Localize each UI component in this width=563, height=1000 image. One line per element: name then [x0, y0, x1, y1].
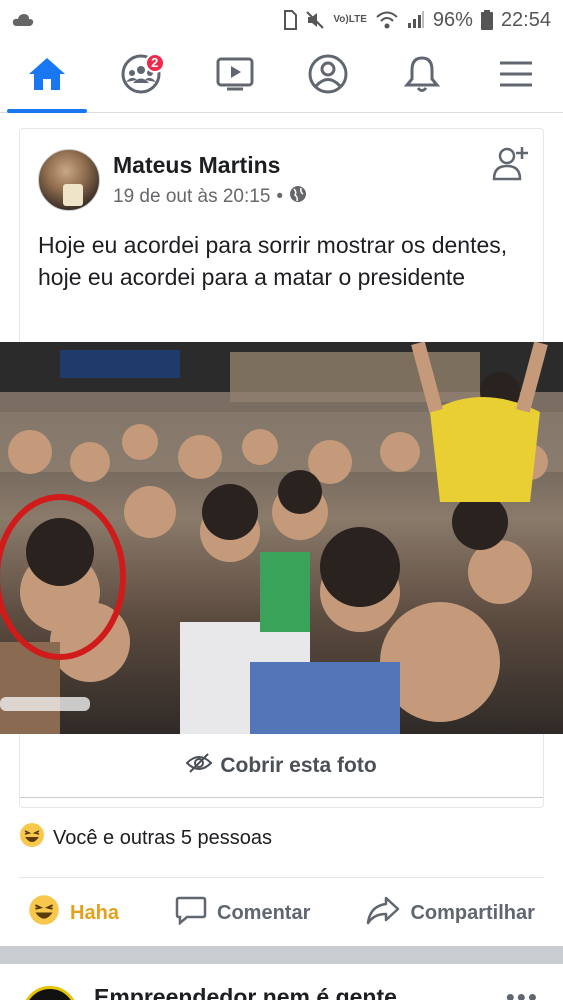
share-button[interactable]: Compartilhar — [366, 895, 535, 931]
top-nav-bar: 2 — [0, 40, 563, 113]
haha-icon — [28, 894, 60, 932]
globe-icon — [289, 185, 307, 209]
crowd-photo-illustration — [0, 342, 563, 734]
reactions-summary[interactable]: Você e outras 5 pessoas — [19, 822, 272, 854]
nav-home[interactable] — [6, 40, 87, 113]
post-photo[interactable] — [0, 342, 563, 734]
mute-icon — [305, 10, 325, 30]
status-time: 22:54 — [500, 8, 551, 31]
battery-icon — [480, 10, 493, 30]
share-icon — [366, 895, 400, 931]
next-post-card: Empreendedor nem é gente ••• — [0, 964, 563, 1000]
battery-percent: 96% — [432, 8, 473, 31]
author-block: Mateus Martins 19 de out às 20:15 • — [113, 152, 307, 209]
add-friend-icon — [491, 147, 531, 187]
nav-groups[interactable]: 2 — [101, 40, 181, 113]
post-text: Hoje eu acordei para sorrir mostrar os d… — [38, 232, 508, 290]
comment-icon — [175, 895, 207, 931]
cloud-icon — [12, 13, 34, 27]
eye-slash-icon — [185, 752, 213, 780]
meta-separator: • — [276, 185, 284, 207]
author-avatar[interactable] — [38, 149, 100, 211]
comment-button[interactable]: Comentar — [175, 895, 310, 931]
status-bar: Vo) LTE 96% 22:54 — [0, 0, 563, 40]
groups-badge: 2 — [144, 52, 165, 73]
share-label: Compartilhar — [410, 901, 535, 924]
haha-reaction-icon — [19, 822, 45, 854]
nav-menu[interactable] — [476, 40, 556, 113]
add-friend-button[interactable] — [491, 143, 531, 188]
home-icon — [27, 56, 67, 97]
cover-photo-button[interactable]: Cobrir esta foto — [20, 734, 543, 798]
reactions-divider — [19, 877, 544, 878]
next-post-author[interactable]: Empreendedor nem é gente — [94, 984, 397, 1000]
cover-photo-label: Cobrir esta foto — [220, 753, 377, 777]
nav-profile[interactable] — [288, 40, 368, 113]
sim-card-icon — [283, 10, 298, 30]
profile-icon — [307, 53, 349, 100]
post-meta: 19 de out às 20:15 • — [113, 185, 307, 209]
wifi-icon — [375, 10, 399, 30]
author-name[interactable]: Mateus Martins — [113, 152, 307, 179]
more-options-icon[interactable]: ••• — [506, 982, 539, 1000]
post-timestamp[interactable]: 19 de out às 20:15 — [113, 186, 270, 208]
nav-watch[interactable] — [195, 40, 275, 113]
post-actions: Haha Comentar Compartilhar — [0, 880, 563, 946]
signal-icon — [407, 11, 425, 29]
volte-icon: Vo) LTE — [333, 14, 367, 25]
nav-notifications[interactable] — [382, 40, 462, 113]
comment-label: Comentar — [217, 901, 311, 924]
bell-icon — [403, 54, 441, 99]
next-post-avatar[interactable] — [22, 986, 78, 1000]
haha-label: Haha — [70, 901, 119, 924]
video-icon — [215, 56, 255, 97]
post-card: Mateus Martins 19 de out às 20:15 • Hoje… — [0, 128, 563, 808]
hamburger-menu-icon — [498, 59, 534, 94]
post-header: Mateus Martins 19 de out às 20:15 • — [38, 149, 307, 211]
haha-button[interactable]: Haha — [28, 894, 119, 932]
feed-separator — [0, 946, 563, 964]
reactions-text: Você e outras 5 pessoas — [53, 826, 273, 849]
